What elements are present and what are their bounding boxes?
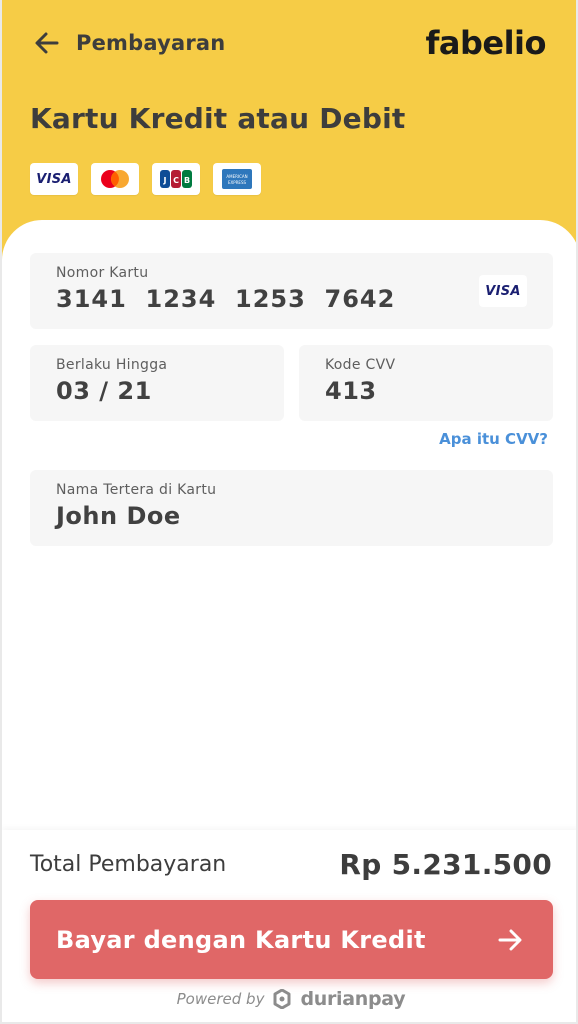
payment-screen: Pembayaran fabelio Kartu Kredit atau Deb… [0, 0, 578, 1024]
svg-text:AMERICAN: AMERICAN [226, 174, 247, 179]
card-number-input[interactable]: 3141 1234 1253 7642 [56, 285, 395, 313]
expiry-input[interactable]: 03 / 21 [56, 377, 152, 405]
svg-text:B: B [184, 176, 190, 185]
expiry-field[interactable]: Berlaku Hingga 03 / 21 [30, 345, 284, 421]
mastercard-logo [91, 163, 139, 195]
top-bar: Pembayaran [32, 28, 225, 58]
cvv-label: Kode CVV [325, 357, 396, 373]
jcb-logo: J C B [152, 163, 200, 195]
amex-logo: AMERICAN EXPRESS [213, 163, 261, 195]
fabelio-logo: fabelio [425, 24, 546, 62]
powered-by: Powered by durianpay [2, 988, 576, 1010]
arrow-left-icon[interactable] [32, 28, 62, 58]
card-number-label: Nomor Kartu [56, 265, 149, 281]
payment-footer: Total Pembayaran Rp 5.231.500 Bayar deng… [2, 830, 576, 1022]
pay-button-label: Bayar dengan Kartu Kredit [56, 925, 426, 954]
cardholder-name-label: Nama Tertera di Kartu [56, 482, 217, 498]
card-number-field[interactable]: Nomor Kartu 3141 1234 1253 7642 VISA [30, 253, 553, 329]
pay-with-credit-card-button[interactable]: Bayar dengan Kartu Kredit [30, 900, 553, 979]
durianpay-icon [272, 988, 292, 1010]
total-label: Total Pembayaran [30, 852, 227, 877]
durianpay-logo: durianpay [300, 988, 406, 1010]
arrow-right-icon [495, 925, 525, 955]
svg-text:C: C [173, 176, 179, 185]
powered-by-label: Powered by [176, 990, 265, 1008]
svg-text:EXPRESS: EXPRESS [228, 180, 247, 185]
page-title: Kartu Kredit atau Debit [30, 102, 406, 135]
total-amount: Rp 5.231.500 [339, 848, 552, 881]
visa-logo: VISA [30, 163, 78, 195]
visa-logo: VISA [479, 275, 527, 307]
expiry-label: Berlaku Hingga [56, 357, 168, 373]
svg-text:J: J [163, 176, 167, 185]
back-label[interactable]: Pembayaran [76, 31, 225, 55]
cvv-field[interactable]: Kode CVV 413 [299, 345, 553, 421]
cardholder-name-input[interactable]: John Doe [56, 502, 181, 530]
cvv-input[interactable]: 413 [325, 377, 377, 405]
accepted-cards: VISA J C B AMERICAN EXPRESS [30, 163, 261, 195]
cardholder-name-field[interactable]: Nama Tertera di Kartu John Doe [30, 470, 553, 546]
cvv-help-link[interactable]: Apa itu CVV? [439, 430, 548, 448]
